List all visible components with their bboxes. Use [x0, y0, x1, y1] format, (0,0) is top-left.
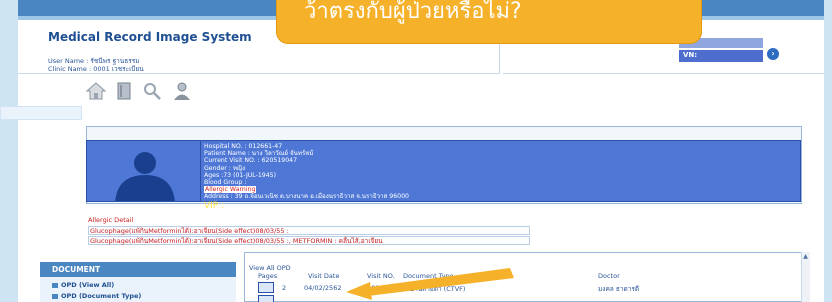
opd-title[interactable]: View All OPD: [249, 264, 291, 272]
vn-field[interactable]: VN:: [679, 50, 763, 62]
vn-go-button[interactable]: ›: [767, 48, 779, 60]
app-title: Medical Record Image System: [48, 30, 252, 44]
folder-icon: [52, 282, 58, 288]
left-highlight: [0, 106, 82, 120]
scroll-up-icon[interactable]: ▲: [802, 253, 809, 260]
gender: Gender : หญิง: [204, 164, 246, 172]
col-header-visit-date: Visit Date: [308, 272, 340, 280]
patient-name: Patient Name : นาง วิลาวัณย์ จันทร์หม้: [204, 150, 314, 158]
vn-label: VN:: [683, 51, 698, 59]
row-doctor: มงคล ธาดารตี: [598, 285, 640, 293]
row-pages: 2: [282, 284, 287, 292]
clinic-name: Clinic Name : 0001 เวชระเบียน: [48, 65, 144, 73]
patient-photo: [86, 140, 202, 202]
doc-item-opd-document-type[interactable]: OPD (Document Type): [52, 292, 141, 300]
view-pages-button[interactable]: [258, 295, 274, 302]
patient-info: Hospital NO. : 012661-47 Patient Name : …: [200, 140, 801, 211]
book-icon[interactable]: [113, 80, 135, 102]
allergy-line: Glucophage(แพ้กินMetforminได้):อาเจียน(S…: [88, 236, 530, 245]
col-header-pages: Pages: [258, 272, 278, 280]
doc-item-label: OPD (View All): [61, 281, 115, 289]
view-pages-button[interactable]: [258, 282, 274, 293]
address: Address : 39 ถ.จ้อนเวเนิช ต.บางนาค อ.เมื…: [204, 193, 409, 201]
allergic-detail-title: Allergic Detail: [88, 216, 134, 224]
blood-group: Blood Group :: [204, 179, 247, 187]
vip-label: VIP :: [204, 200, 225, 211]
home-icon[interactable]: [85, 80, 107, 102]
col-header-doctor: Doctor: [598, 272, 620, 280]
allergy-line: Glucophage(แพ้กินMetforminได้):อาเจียน(S…: [88, 226, 530, 235]
toolbar: [85, 80, 205, 104]
age: Ages :73 (01-JUL-1945): [204, 171, 277, 179]
folder-icon: [52, 293, 58, 299]
search-icon[interactable]: [141, 80, 163, 102]
pointer-arrow-icon: [346, 268, 514, 300]
user-icon[interactable]: [171, 80, 193, 102]
current-visit: Current Visit NO. : 620519047: [204, 157, 298, 165]
document-header: DOCUMENT: [40, 262, 236, 277]
popup-text: ว้าตรงกับผู้ป่วยหรือไม่?: [304, 0, 522, 24]
doc-item-label: OPD (Document Type): [61, 292, 142, 300]
doc-item-opd-view-all[interactable]: OPD (View All): [52, 281, 114, 289]
row-visit-date: 04/02/2562: [304, 284, 342, 292]
